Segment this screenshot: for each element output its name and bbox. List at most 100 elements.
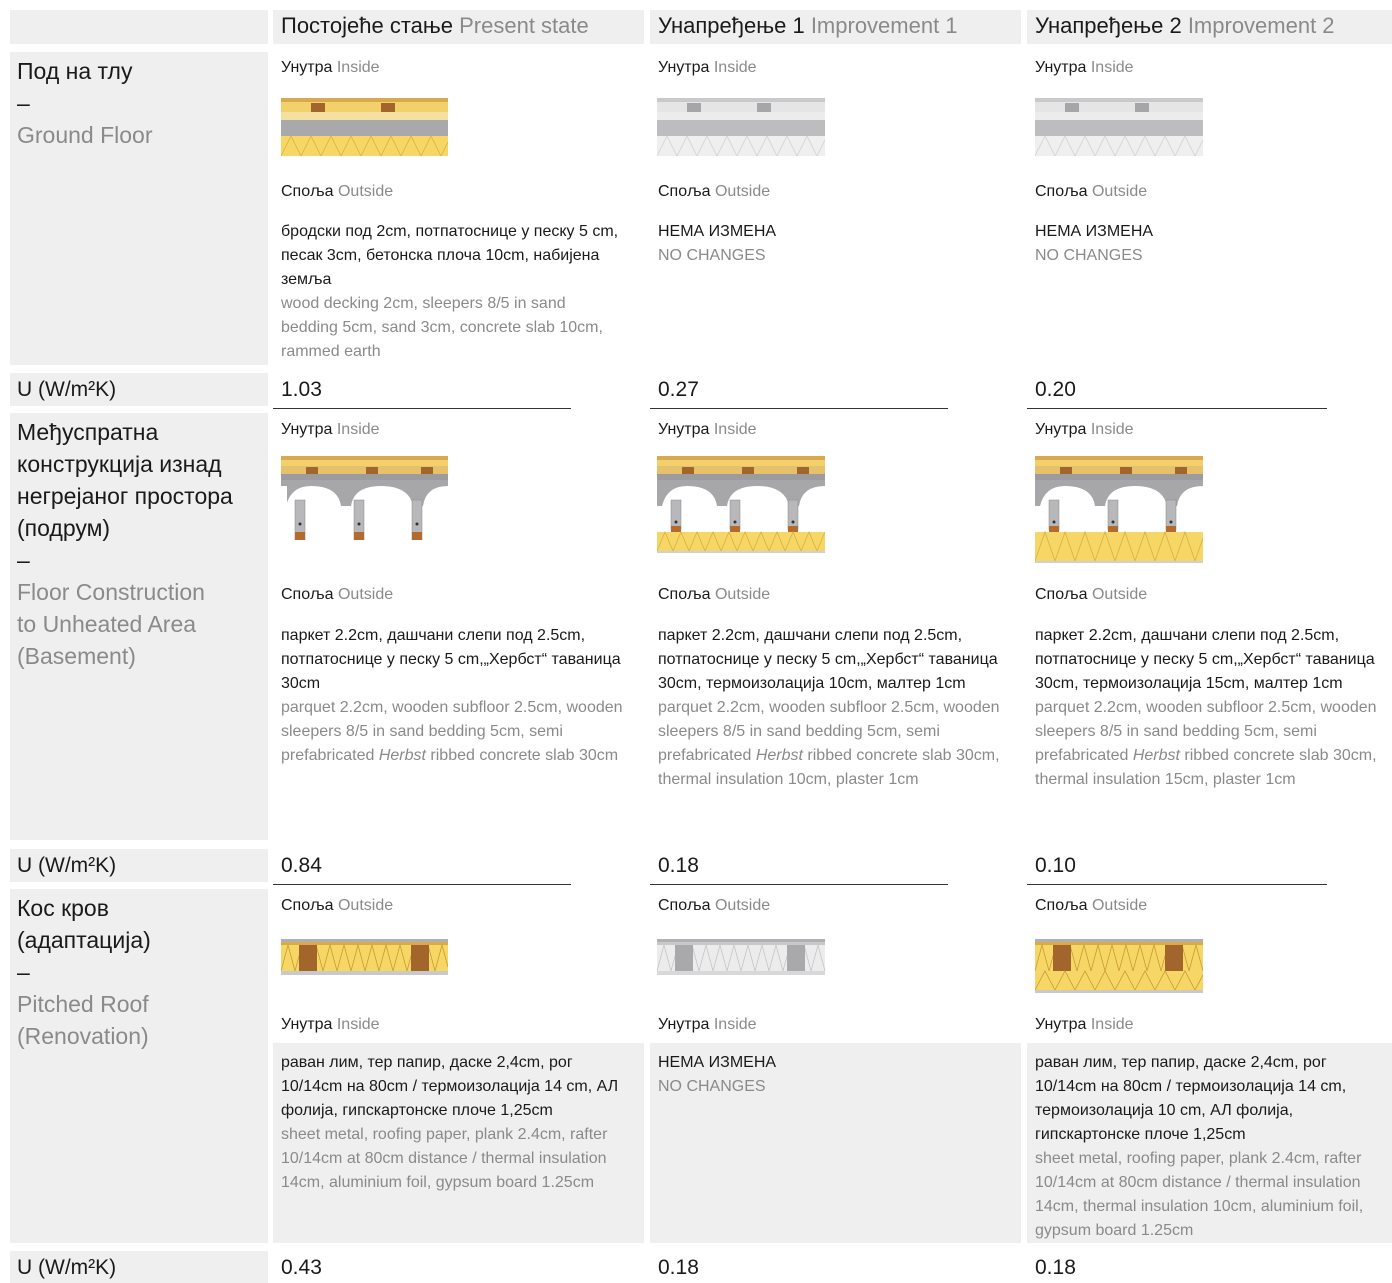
outside-label: Споља Outside xyxy=(658,897,771,914)
header-present-en: Present state xyxy=(459,13,589,38)
u-underline xyxy=(273,884,571,885)
u-value-row2-imp2: 0.10 xyxy=(1035,854,1076,877)
pitched-roof-present-section xyxy=(281,939,448,975)
basement-floor-improvement2-description: паркет 2.2cm, дашчани слепи под 2.5cm, п… xyxy=(1035,624,1385,792)
inside-label: Унутра Inside xyxy=(281,59,380,76)
header-present-sr: Постојеће стање xyxy=(281,13,453,38)
description-sr: НЕМА ИЗМЕНА xyxy=(1035,223,1154,240)
inside-label: Унутра Inside xyxy=(658,421,757,438)
description-en: parquet 2.2cm, wooden subfloor 2.5cm, wo… xyxy=(281,699,623,764)
description-sr: бродски под 2cm, потпатоснице у песку 5 … xyxy=(281,223,619,288)
row3-label-sr-1: Кос кров xyxy=(17,895,109,921)
outside-label: Споља Outside xyxy=(658,183,771,200)
inside-label: Унутра Inside xyxy=(1035,1016,1134,1033)
pitched-roof-improvement2-section xyxy=(1035,939,1203,993)
outside-label: Споља Outside xyxy=(1035,897,1148,914)
inside-label: Унутра Inside xyxy=(658,59,757,76)
row1-label-dash: – xyxy=(17,90,30,116)
basement-floor-improvement1-description: паркет 2.2cm, дашчани слепи под 2.5cm, п… xyxy=(658,624,1008,792)
u-label-row1: U (W/m²K) xyxy=(17,378,117,401)
description-sr: НЕМА ИЗМЕНА xyxy=(658,223,777,240)
inside-label: Унутра Inside xyxy=(1035,421,1134,438)
u-value-row3-present: 0.43 xyxy=(281,1256,322,1279)
row2-label-sr-3: негрејаног простора xyxy=(17,483,233,509)
u-value-row1-present: 1.03 xyxy=(281,378,322,401)
header-present-state: Постојеће стање Present state xyxy=(281,12,589,40)
row2-label-sr-2: конструкција изнад xyxy=(17,451,222,477)
u-label-row2: U (W/m²K) xyxy=(17,854,117,877)
row2-label-en-2: to Unheated Area xyxy=(17,611,197,637)
basement-floor-present-section xyxy=(281,456,448,540)
outside-label: Споља Outside xyxy=(281,897,394,914)
description-sr: паркет 2.2cm, дашчани слепи под 2.5cm, п… xyxy=(658,627,998,692)
ground-floor-improvement2-section xyxy=(1035,98,1203,156)
inside-label: Унутра Inside xyxy=(281,1016,380,1033)
row2-label-sr-1: Међуспратна xyxy=(17,419,159,445)
u-underline xyxy=(650,408,948,409)
basement-floor-improvement1-section xyxy=(657,456,825,553)
u-underline xyxy=(650,884,948,885)
row2-label: Међуспратна конструкција изнад негрејано… xyxy=(17,416,262,672)
pitched-roof-improvement1-section xyxy=(657,939,825,975)
pitched-roof-improvement2-description: раван лим, тер папир, даске 2,4cm, рог 1… xyxy=(1035,1051,1380,1243)
description-sr: паркет 2.2cm, дашчани слепи под 2.5cm, п… xyxy=(1035,627,1375,692)
header-bg-left xyxy=(10,10,268,44)
row2-label-dash: – xyxy=(17,547,30,573)
basement-floor-present-description: паркет 2.2cm, дашчани слепи под 2.5cm, п… xyxy=(281,624,626,768)
row1-label: Под на тлу – Ground Floor xyxy=(17,55,262,151)
ground-floor-improvement2-description: НЕМА ИЗМЕНА NO CHANGES xyxy=(1035,220,1380,268)
header-improvement2-sr: Унапређење 2 xyxy=(1035,13,1182,38)
description-en: NO CHANGES xyxy=(1035,247,1143,264)
u-value-row1-imp1: 0.27 xyxy=(658,378,699,401)
description-en: NO CHANGES xyxy=(658,1078,766,1095)
row2-label-en-1: Floor Construction xyxy=(17,579,205,605)
inside-label: Унутра Inside xyxy=(658,1016,757,1033)
row2-label-sr-4: (подрум) xyxy=(17,515,111,541)
pitched-roof-present-description: раван лим, тер папир, даске 2,4cm, рог 1… xyxy=(281,1051,626,1195)
description-en: sheet metal, roofing paper, plank 2.4cm,… xyxy=(281,1126,608,1191)
description-en: wood decking 2cm, sleepers 8/5 in sand b… xyxy=(281,295,603,360)
header-improvement-1: Унапређење 1 Improvement 1 xyxy=(658,12,958,40)
outside-label: Споља Outside xyxy=(281,586,394,603)
outside-label: Споља Outside xyxy=(281,183,394,200)
outside-label: Споља Outside xyxy=(1035,586,1148,603)
ground-floor-present-section xyxy=(281,98,448,156)
u-underline xyxy=(1027,884,1327,885)
inside-label: Унутра Inside xyxy=(1035,59,1134,76)
u-label-row3: U (W/m²K) xyxy=(17,1256,117,1279)
row1-label-en: Ground Floor xyxy=(17,122,153,148)
description-sr: паркет 2.2cm, дашчани слепи под 2.5cm, п… xyxy=(281,627,621,692)
description-sr: раван лим, тер папир, даске 2,4cm, рог 1… xyxy=(1035,1054,1347,1143)
ground-floor-improvement1-description: НЕМА ИЗМЕНА NO CHANGES xyxy=(658,220,1003,268)
row3-label-en-1: Pitched Roof xyxy=(17,991,149,1017)
u-value-row3-imp2: 0.18 xyxy=(1035,1256,1076,1279)
description-sr: раван лим, тер папир, даске 2,4cm, рог 1… xyxy=(281,1054,619,1119)
description-en: NO CHANGES xyxy=(658,247,766,264)
description-sr: НЕМА ИЗМЕНА xyxy=(658,1054,777,1071)
row3-label-dash: – xyxy=(17,959,30,985)
u-value-row1-imp2: 0.20 xyxy=(1035,378,1076,401)
outside-label: Споља Outside xyxy=(658,586,771,603)
basement-floor-improvement2-section xyxy=(1035,456,1203,563)
row3-label-sr-2: (адаптација) xyxy=(17,927,151,953)
header-improvement1-sr: Унапређење 1 xyxy=(658,13,805,38)
ground-floor-improvement1-section xyxy=(657,98,825,156)
description-en: parquet 2.2cm, wooden subfloor 2.5cm, wo… xyxy=(658,699,1000,788)
outside-label: Споља Outside xyxy=(1035,183,1148,200)
u-value-row3-imp1: 0.18 xyxy=(658,1256,699,1279)
row3-label: Кос кров (адаптација) – Pitched Roof (Re… xyxy=(17,892,262,1052)
u-value-row2-imp1: 0.18 xyxy=(658,854,699,877)
pitched-roof-improvement1-description: НЕМА ИЗМЕНА NO CHANGES xyxy=(658,1051,1003,1099)
header-improvement-2: Унапређење 2 Improvement 2 xyxy=(1035,12,1335,40)
ground-floor-present-description: бродски под 2cm, потпатоснице у песку 5 … xyxy=(281,220,626,364)
header-improvement1-en: Improvement 1 xyxy=(810,13,958,38)
inside-label: Унутра Inside xyxy=(281,421,380,438)
u-value-row2-present: 0.84 xyxy=(281,854,322,877)
row1-label-sr: Под на тлу xyxy=(17,58,133,84)
u-underline xyxy=(1027,408,1327,409)
u-underline xyxy=(273,408,571,409)
description-en: sheet metal, roofing paper, plank 2.4cm,… xyxy=(1035,1150,1364,1239)
header-improvement2-en: Improvement 2 xyxy=(1187,13,1335,38)
description-en: parquet 2.2cm, wooden subfloor 2.5cm, wo… xyxy=(1035,699,1377,788)
row3-label-en-2: (Renovation) xyxy=(17,1023,149,1049)
